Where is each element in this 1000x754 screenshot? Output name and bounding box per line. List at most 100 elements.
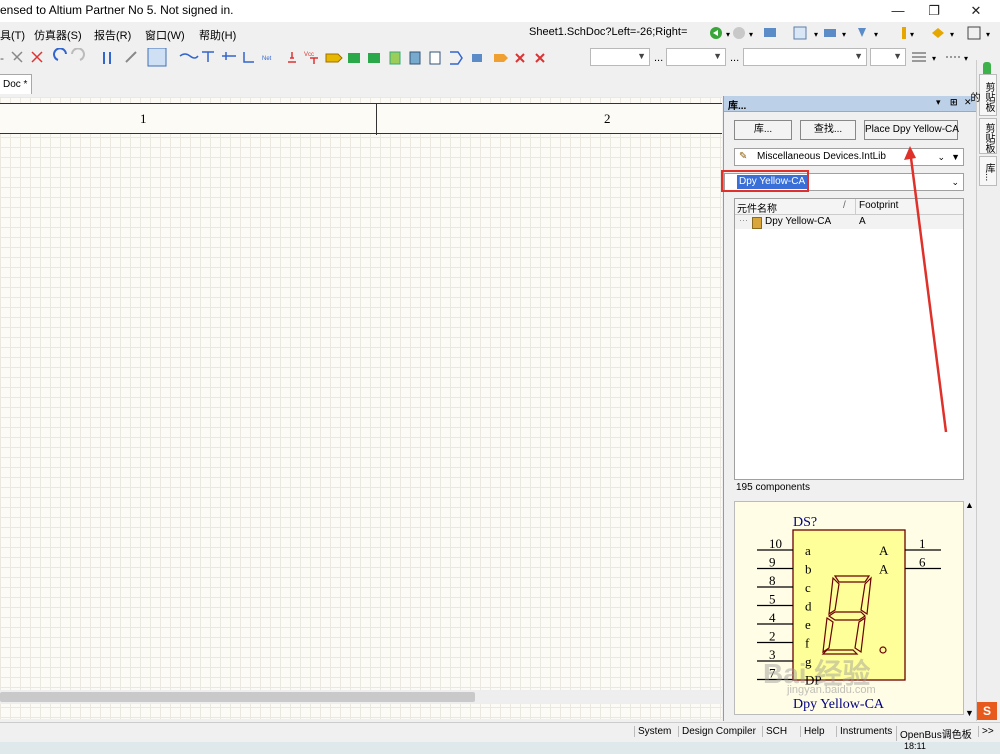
toolbar-combo-3[interactable]: ▼: [743, 48, 867, 66]
menu-window[interactable]: 窗口(W): [145, 27, 185, 43]
pin-number: 1: [919, 536, 926, 551]
pin-icon: [902, 27, 906, 39]
document-path: Sheet1.SchDoc?Left=-26;Right=: [529, 26, 688, 38]
library-panel: 库... ▾ ⊞ ✕ 库... 查找... Place Dpy Yellow-C…: [721, 96, 977, 721]
sheet-border-top: 1 2: [0, 103, 722, 135]
preview-scroll-up-icon[interactable]: ▲: [965, 500, 974, 510]
align-icon: [824, 29, 836, 37]
pin-name: a: [805, 543, 811, 558]
select-icon: [147, 48, 167, 67]
schematic-canvas[interactable]: [0, 97, 722, 719]
menu-help[interactable]: 帮助(H): [199, 27, 236, 43]
tab-library[interactable]: 库...: [979, 156, 997, 186]
pin-number: 8: [769, 573, 776, 588]
pin-number: 6: [919, 555, 926, 570]
sogou-icon[interactable]: S: [977, 702, 997, 720]
svg-text:▾: ▾: [950, 30, 954, 39]
horizontal-scrollbar[interactable]: [0, 690, 722, 704]
column-footprint-header[interactable]: Footprint: [859, 200, 898, 211]
status-design-compiler[interactable]: Design Compiler: [678, 726, 759, 737]
component-icon: [752, 217, 762, 229]
tab-clipboard-1[interactable]: 剪贴板的: [968, 74, 997, 116]
designator: DS?: [793, 515, 817, 530]
vcc-icon: [310, 57, 318, 64]
pin-panel-icon[interactable]: ⊞: [950, 97, 958, 108]
svg-text:-: -: [0, 51, 4, 65]
status-more[interactable]: >>: [978, 726, 997, 737]
search-button[interactable]: 查找...: [800, 120, 856, 140]
svg-text:▾: ▾: [910, 30, 914, 39]
harness-conn-icon: [409, 51, 421, 65]
column-name-header[interactable]: 元件名称: [737, 200, 777, 215]
part-icon: [325, 53, 343, 63]
svg-text:▾: ▾: [726, 30, 730, 39]
status-instruments[interactable]: Instruments: [836, 726, 895, 737]
line-width-icon: [912, 52, 926, 62]
svg-text:▾: ▾: [874, 30, 878, 39]
status-sch[interactable]: SCH: [762, 726, 790, 737]
cut-icon: [11, 51, 23, 63]
menu-simulator[interactable]: 仿真器(S): [34, 27, 82, 43]
nav-toolbar[interactable]: ▾ ▾ ▾ ▾ ▾ ▾ ▾ ▾: [706, 25, 996, 41]
pin-number: 4: [769, 610, 776, 625]
no-erc-icon: [515, 53, 525, 63]
panel-title: 库...: [728, 101, 747, 112]
bus-icon: [202, 51, 214, 62]
status-openbus[interactable]: OpenBus调色板: [896, 726, 975, 741]
port-icon-2: [450, 51, 463, 65]
minimize-button[interactable]: —: [880, 0, 916, 22]
directive-icon: [494, 54, 508, 62]
zone-label-1: 1: [140, 111, 147, 126]
status-system[interactable]: System: [634, 726, 674, 737]
toolbar-dots-2: ...: [730, 52, 740, 64]
library-icon: ✎: [739, 151, 748, 162]
pin-name: c: [805, 580, 811, 595]
line-style-icons[interactable]: ▾ ▾: [910, 50, 974, 64]
panel-menu-icon[interactable]: ▾: [936, 97, 941, 108]
pin-name: A: [879, 562, 889, 577]
forward-icon: [733, 27, 745, 39]
tab-schdoc[interactable]: Doc *: [0, 74, 33, 94]
toolbar-combo-2[interactable]: ▼: [666, 48, 726, 66]
svg-text:Net: Net: [262, 56, 272, 62]
sheet-entry-icon: [368, 53, 380, 63]
part-name: Dpy Yellow-CA: [793, 697, 885, 712]
port-icon: [932, 28, 944, 38]
close-button[interactable]: ✕: [958, 0, 994, 22]
chart-icon: [793, 26, 807, 40]
toolbar-combo-1[interactable]: ▼: [590, 48, 650, 66]
menu-reports[interactable]: 报告(R): [94, 27, 131, 43]
toolbar-dots-1: ...: [654, 52, 664, 64]
toolbar-combo-4[interactable]: ▼: [870, 48, 906, 66]
component-footprint: A: [859, 216, 866, 227]
undo-icon: [53, 48, 67, 61]
zone-label-2: 2: [604, 111, 611, 126]
pin-number: 9: [769, 555, 776, 570]
place-component-button[interactable]: Place Dpy Yellow-CA: [864, 120, 959, 140]
toolbar-icons[interactable]: - Net Vcc: [0, 48, 580, 68]
home-icon: [764, 28, 776, 37]
menu-tools[interactable]: 具(T): [0, 27, 25, 43]
pencil-icon: [125, 51, 137, 63]
cross-probe-icon: [103, 52, 111, 64]
panel-title-bar: 库... ▾ ⊞ ✕: [724, 96, 977, 112]
libraries-button[interactable]: 库...: [734, 120, 792, 140]
menu-bar: 具(T) 仿真器(S) 报告(R) 窗口(W) 帮助(H) Sheet1.Sch…: [0, 22, 1000, 44]
taskbar-time: 18:11: [904, 741, 926, 751]
pin-name: e: [805, 617, 811, 632]
scrollbar-thumb[interactable]: [0, 692, 475, 702]
status-help[interactable]: Help: [800, 726, 828, 737]
title-bar: ensed to Altium Partner No 5. Not signed…: [0, 0, 1000, 22]
down-icon: [858, 28, 866, 37]
harness-icon: [389, 51, 401, 65]
component-name: Dpy Yellow-CA: [765, 216, 832, 227]
preview-scroll-down-icon[interactable]: ▼: [965, 708, 974, 718]
pin-name: f: [805, 636, 810, 651]
pin-name: A: [879, 543, 889, 558]
maximize-button[interactable]: ❐: [916, 0, 952, 22]
svg-text:Vcc: Vcc: [304, 52, 314, 58]
zone-divider: [376, 104, 377, 135]
tab-clipboard-2[interactable]: 剪贴板: [979, 118, 997, 154]
component-count: 195 components: [736, 482, 810, 493]
pin-number: 10: [769, 536, 782, 551]
